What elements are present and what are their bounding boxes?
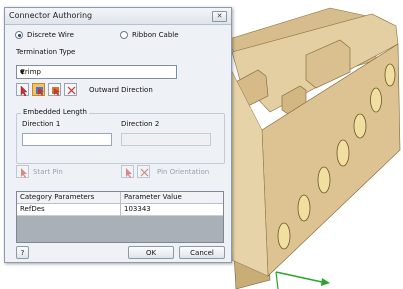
connector-hole	[353, 113, 367, 139]
column-header-category[interactable]: Category Parameters	[20, 193, 94, 201]
termination-type-select[interactable]: Crimp ▼	[16, 65, 177, 79]
ok-button[interactable]: OK	[128, 246, 174, 259]
face-cursor-icon	[36, 87, 44, 96]
close-icon[interactable]: ✕	[212, 11, 227, 22]
column-header-value[interactable]: Parameter Value	[124, 193, 182, 201]
direction2-input[interactable]	[121, 133, 211, 146]
start-pin-button[interactable]	[16, 165, 29, 178]
face-select-tool-button[interactable]	[32, 83, 45, 96]
connector-hole	[277, 222, 291, 250]
ribbon-cable-label: Ribbon Cable	[132, 31, 179, 39]
cursor-arrow-icon	[126, 168, 132, 178]
direction-cursor-icon	[52, 87, 60, 96]
direction2-label: Direction 2	[121, 120, 160, 128]
connector-hole	[297, 194, 311, 222]
radio-selected-icon	[15, 31, 23, 39]
cancel-button[interactable]: Cancel	[179, 246, 225, 259]
connector-authoring-dialog: Connector Authoring ✕ Discrete Wire Ribb…	[4, 7, 232, 263]
dropdown-arrow-icon: ▼	[20, 69, 25, 76]
cursor-arrow-icon	[21, 168, 27, 178]
pin-orientation-flip-button[interactable]	[137, 165, 150, 178]
flip-direction-button[interactable]	[64, 83, 77, 96]
dialog-titlebar[interactable]: Connector Authoring ✕	[5, 8, 231, 25]
pin-orientation-select-button[interactable]	[121, 165, 134, 178]
outward-direction-label: Outward Direction	[89, 86, 153, 94]
column-divider[interactable]	[120, 192, 121, 216]
embedded-length-group-label: Embedded Length	[21, 108, 89, 116]
connector-hole	[384, 63, 396, 87]
connector-hole	[317, 166, 331, 194]
x-axis-arrow[interactable]	[275, 271, 323, 283]
discrete-wire-label: Discrete Wire	[27, 31, 74, 39]
direction-tool-button[interactable]	[48, 83, 61, 96]
parameter-name-cell[interactable]: RefDes	[20, 205, 45, 213]
flip-icon	[140, 168, 149, 177]
flip-icon	[67, 86, 76, 95]
direction1-input[interactable]	[22, 133, 112, 146]
direction1-label: Direction 1	[22, 120, 61, 128]
termination-type-label: Termination Type	[16, 48, 76, 56]
dialog-title: Connector Authoring	[9, 11, 93, 20]
pin-orientation-label: Pin Orientation	[157, 168, 210, 176]
start-pin-label: Start Pin	[33, 168, 63, 176]
connector-hole	[370, 87, 382, 113]
axis-stub	[275, 271, 279, 289]
parameters-table: Category Parameters Parameter Value RefD…	[16, 191, 224, 243]
select-tool-button[interactable]	[16, 83, 29, 97]
connector-hole	[336, 139, 350, 167]
discrete-wire-radio[interactable]: Discrete Wire	[15, 31, 74, 39]
radio-unselected-icon	[120, 31, 128, 39]
help-icon: ?	[20, 249, 25, 257]
cursor-arrow-icon	[20, 85, 28, 97]
x-axis-arrowhead	[321, 278, 330, 286]
parameter-value-cell[interactable]: 103343	[124, 205, 151, 213]
help-button[interactable]: ?	[16, 246, 29, 259]
ribbon-cable-radio[interactable]: Ribbon Cable	[120, 31, 179, 39]
